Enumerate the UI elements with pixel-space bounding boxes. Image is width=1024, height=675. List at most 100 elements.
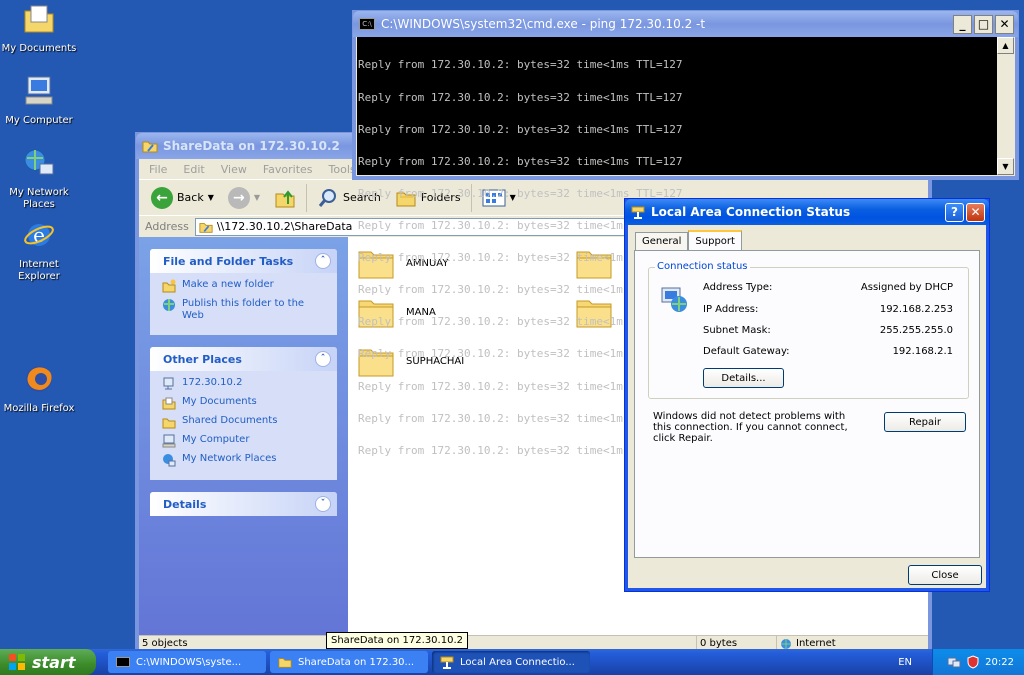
collapse-chevron-icon[interactable]: ˆ bbox=[315, 351, 331, 367]
taskbar-tooltip: ShareData on 172.30.10.2 bbox=[326, 632, 468, 649]
lan-titlebar[interactable]: Local Area Connection Status ? ✕ bbox=[625, 199, 989, 225]
file-folder-tasks-header[interactable]: File and Folder Tasks ˆ bbox=[150, 249, 337, 273]
ip-address-label: IP Address: bbox=[703, 304, 759, 315]
make-new-folder-label: Make a new folder bbox=[182, 279, 274, 290]
security-tray-icon[interactable] bbox=[966, 655, 980, 669]
network-computer-icon bbox=[163, 377, 174, 390]
desktop-icon-my-computer[interactable]: My Computer bbox=[0, 74, 78, 127]
dialog-close-button[interactable]: Close bbox=[908, 565, 982, 585]
search-icon bbox=[318, 188, 337, 207]
menu-view[interactable]: View bbox=[221, 163, 247, 176]
menu-file[interactable]: File bbox=[149, 163, 167, 176]
collapse-chevron-icon[interactable]: ˆ bbox=[315, 253, 331, 269]
cmd-scrollbar[interactable]: ▲ ▼ bbox=[997, 37, 1014, 175]
subnet-mask-row: Subnet Mask: 255.255.255.0 bbox=[703, 325, 953, 336]
taskbar: start C:\WINDOWS\syste... ShareData on 1… bbox=[0, 649, 1024, 675]
folder-icon bbox=[162, 418, 176, 429]
taskbar-item-cmd[interactable]: C:\WINDOWS\syste... bbox=[108, 651, 266, 673]
explorer-title: ShareData on 172.30.10.2 bbox=[163, 139, 340, 153]
subnet-mask-label: Subnet Mask: bbox=[703, 325, 771, 336]
cmd-window: C:\ C:\WINDOWS\system32\cmd.exe - ping 1… bbox=[352, 10, 1019, 456]
cmd-line: Reply from 172.30.10.2: bytes=32 time<1m… bbox=[358, 90, 683, 104]
network-tray-icon[interactable] bbox=[947, 655, 961, 669]
taskbar-item-explorer[interactable]: ShareData on 172.30... bbox=[270, 651, 428, 673]
forward-button[interactable]: → ▼ bbox=[224, 184, 264, 212]
cmd-line: Reply from 172.30.10.2: bytes=32 time<1m… bbox=[358, 154, 683, 168]
place-my-network-places-label: My Network Places bbox=[182, 453, 277, 464]
connection-status-group: Connection status Address Type: Assigned… bbox=[648, 261, 969, 399]
other-places-header[interactable]: Other Places ˆ bbox=[150, 347, 337, 371]
place-server-label: 172.30.10.2 bbox=[182, 377, 243, 388]
place-link-my-network-places[interactable]: My Network Places bbox=[162, 453, 327, 467]
back-button[interactable]: ← Back ▼ bbox=[147, 184, 218, 212]
file-folder-tasks-panel: File and Folder Tasks ˆ Make a new folde… bbox=[150, 249, 337, 335]
details-header[interactable]: Details ˇ bbox=[150, 492, 337, 516]
start-button[interactable]: start bbox=[0, 649, 96, 675]
system-tray: 20:22 bbox=[932, 649, 1024, 675]
back-label: Back bbox=[177, 191, 204, 204]
place-my-documents-label: My Documents bbox=[182, 396, 257, 407]
place-my-computer-label: My Computer bbox=[182, 434, 250, 445]
new-folder-icon bbox=[162, 279, 176, 293]
lan-status-dialog: Local Area Connection Status ? ✕ General… bbox=[624, 198, 990, 592]
cmd-icon bbox=[116, 657, 130, 667]
scroll-up-icon[interactable]: ▲ bbox=[997, 37, 1014, 54]
internet-explorer-icon: e bbox=[24, 223, 54, 247]
cmd-console[interactable]: Reply from 172.30.10.2: bytes=32 time<1m… bbox=[357, 37, 1014, 456]
diagnostic-message: Windows did not detect problems with thi… bbox=[653, 411, 848, 444]
my-documents-icon bbox=[24, 5, 54, 33]
menu-favorites[interactable]: Favorites bbox=[263, 163, 313, 176]
taskbar-item-lan-status[interactable]: Local Area Connectio... bbox=[432, 651, 590, 673]
up-button[interactable] bbox=[270, 184, 300, 212]
desktop-icon-mozilla-firefox[interactable]: Mozilla Firefox bbox=[0, 362, 78, 415]
tab-general[interactable]: General bbox=[635, 232, 689, 250]
my-documents-icon bbox=[162, 397, 176, 410]
back-dropdown-icon[interactable]: ▼ bbox=[208, 193, 214, 202]
clock[interactable]: 20:22 bbox=[985, 657, 1014, 668]
task-pane: File and Folder Tasks ˆ Make a new folde… bbox=[139, 237, 348, 636]
place-shared-documents-label: Shared Documents bbox=[182, 415, 278, 426]
publish-web-label: Publish this folder to the Web bbox=[182, 298, 305, 321]
publish-web-link[interactable]: Publish this folder to the Web bbox=[162, 298, 327, 322]
details-button[interactable]: Details... bbox=[703, 368, 784, 388]
desktop-icon-my-documents[interactable]: My Documents bbox=[0, 2, 78, 55]
tab-support[interactable]: Support bbox=[688, 230, 742, 251]
address-type-value: Assigned by DHCP bbox=[860, 282, 953, 293]
menu-edit[interactable]: Edit bbox=[183, 163, 204, 176]
close-button[interactable]: ✕ bbox=[995, 14, 1014, 34]
expand-chevron-icon[interactable]: ˇ bbox=[315, 496, 331, 512]
place-link-my-computer[interactable]: My Computer bbox=[162, 434, 327, 448]
network-status-icon bbox=[661, 287, 687, 312]
forward-dropdown-icon[interactable]: ▼ bbox=[254, 193, 260, 202]
minimize-button[interactable]: _ bbox=[953, 14, 972, 34]
my-computer-icon bbox=[25, 76, 53, 105]
internet-zone-icon bbox=[781, 638, 791, 649]
maximize-button[interactable]: □ bbox=[974, 14, 993, 34]
desktop-icon-internet-explorer[interactable]: e Internet Explorer bbox=[0, 218, 78, 283]
network-connection-icon bbox=[440, 656, 454, 669]
place-link-server[interactable]: 172.30.10.2 bbox=[162, 377, 327, 391]
close-button[interactable]: ✕ bbox=[966, 202, 985, 222]
help-button[interactable]: ? bbox=[945, 202, 964, 222]
network-places-icon bbox=[163, 454, 176, 467]
place-link-my-documents[interactable]: My Documents bbox=[162, 396, 327, 410]
subnet-mask-value: 255.255.255.0 bbox=[879, 325, 953, 336]
scroll-down-icon[interactable]: ▼ bbox=[997, 158, 1014, 175]
default-gateway-row: Default Gateway: 192.168.2.1 bbox=[703, 346, 953, 357]
network-places-icon bbox=[24, 149, 54, 175]
cmd-title: C:\WINDOWS\system32\cmd.exe - ping 172.3… bbox=[381, 17, 706, 31]
lan-tabs: General Support bbox=[635, 229, 742, 251]
address-type-label: Address Type: bbox=[703, 282, 773, 293]
default-gateway-value: 192.168.2.1 bbox=[892, 346, 953, 357]
repair-button[interactable]: Repair bbox=[884, 412, 966, 432]
place-link-shared-documents[interactable]: Shared Documents bbox=[162, 415, 327, 429]
cmd-line: Reply from 172.30.10.2: bytes=32 time<1m… bbox=[358, 58, 683, 72]
desktop-icon-my-network-places[interactable]: My Network Places bbox=[0, 146, 78, 211]
network-connection-icon bbox=[631, 206, 645, 219]
network-folder-icon bbox=[278, 658, 292, 668]
address-type-row: Address Type: Assigned by DHCP bbox=[703, 282, 953, 293]
language-indicator[interactable]: EN bbox=[898, 657, 912, 668]
cmd-titlebar[interactable]: C:\ C:\WINDOWS\system32\cmd.exe - ping 1… bbox=[353, 11, 1018, 37]
make-new-folder-link[interactable]: Make a new folder bbox=[162, 279, 327, 293]
globe-icon bbox=[163, 299, 175, 311]
